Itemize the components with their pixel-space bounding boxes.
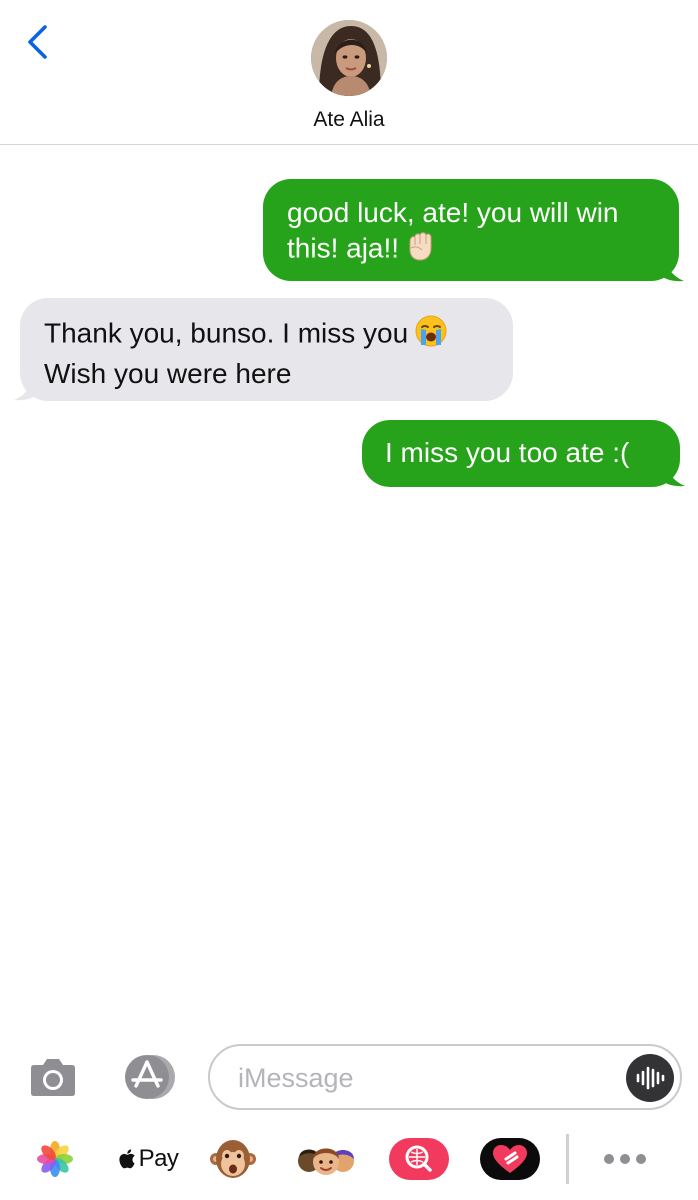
loudly-crying-face-emoji xyxy=(414,314,448,356)
app-store-icon xyxy=(125,1055,175,1099)
chevron-left-icon xyxy=(28,25,47,59)
messages-screen: Ate Alia good luck, ate! you will win th… xyxy=(0,0,698,1200)
contact-avatar[interactable] xyxy=(311,20,387,96)
photos-icon xyxy=(37,1141,73,1177)
audio-waveform-icon xyxy=(636,1066,665,1090)
message-text: I miss you too ate :( xyxy=(385,437,630,468)
message-bubble-incoming[interactable]: Thank you, bunso. I miss you Wish you we… xyxy=(20,298,513,401)
photos-app-button[interactable] xyxy=(30,1134,80,1184)
voice-message-button[interactable] xyxy=(626,1054,674,1102)
raised-fist-emoji xyxy=(405,230,437,270)
apple-logo-icon xyxy=(118,1149,135,1169)
raised-fist-icon xyxy=(409,232,432,261)
digital-touch-button[interactable] xyxy=(479,1134,541,1184)
contact-photo-icon xyxy=(311,20,387,96)
images-search-icon xyxy=(389,1138,449,1180)
message-bubble-outgoing[interactable]: good luck, ate! you will win this! aja!! xyxy=(263,179,679,281)
camera-button[interactable] xyxy=(30,1055,76,1097)
contact-name[interactable]: Ate Alia xyxy=(0,108,698,132)
back-button[interactable] xyxy=(20,22,54,62)
camera-icon xyxy=(31,1059,75,1096)
memoji-stickers-button[interactable] xyxy=(295,1134,357,1184)
animoji-button[interactable] xyxy=(207,1134,259,1184)
apple-pay-button[interactable]: Pay xyxy=(108,1134,188,1184)
apple-pay-label: Pay xyxy=(138,1145,179,1172)
app-store-button[interactable] xyxy=(117,1053,179,1101)
more-apps-button[interactable] xyxy=(596,1134,654,1184)
more-icon xyxy=(604,1154,646,1164)
message-text-line-1: Thank you, bunso. I miss you xyxy=(44,317,409,349)
animoji-monkey-icon xyxy=(210,1140,256,1178)
digital-touch-icon xyxy=(480,1138,540,1180)
message-text: good luck, ate! you will win this! aja!! xyxy=(287,197,619,264)
message-text-line-2: Wish you were here xyxy=(44,358,292,389)
conversation-header: Ate Alia xyxy=(0,0,698,145)
message-input[interactable] xyxy=(238,1060,618,1096)
loudly-crying-face-icon xyxy=(415,315,447,347)
images-search-button[interactable] xyxy=(387,1134,451,1184)
message-bubble-outgoing[interactable]: I miss you too ate :( xyxy=(362,420,680,487)
memoji-stickers-icon xyxy=(298,1148,354,1175)
message-field xyxy=(208,1044,682,1110)
drawer-divider xyxy=(566,1134,569,1184)
